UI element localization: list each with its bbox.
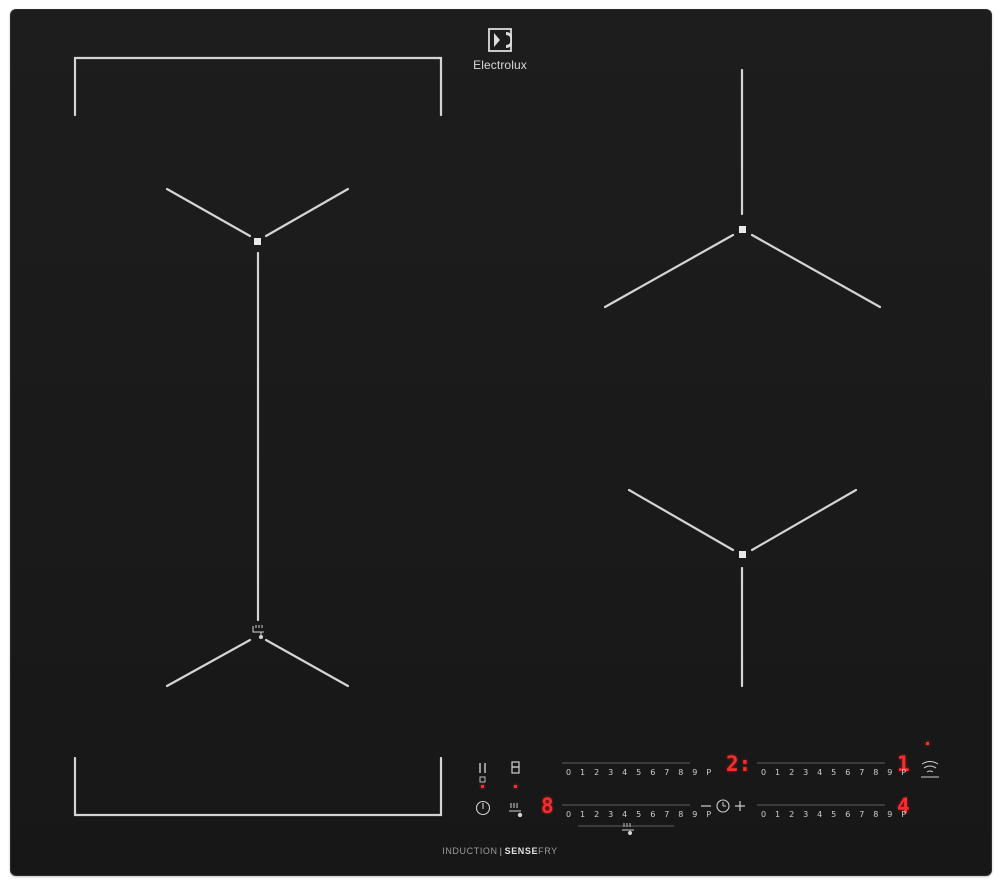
pause-button[interactable] — [474, 758, 492, 788]
timer-button[interactable] — [715, 798, 731, 814]
tagline-induction: INDUCTION — [442, 846, 498, 856]
timer-plus-button[interactable] — [732, 798, 748, 814]
flex-zone-top-bracket — [73, 56, 443, 117]
rear-right-timer-display: 2: — [726, 752, 752, 776]
electrolux-logo-icon — [488, 28, 512, 52]
sensefry-button[interactable] — [505, 798, 525, 818]
slider-labels: 0 1 2 3 4 5 6 7 8 9 P — [566, 810, 715, 819]
slider-labels: 0 1 2 3 4 5 6 7 8 9 P — [761, 810, 910, 819]
lock-button[interactable] — [506, 758, 524, 788]
power-button[interactable] — [474, 798, 492, 818]
zone-markings — [73, 56, 939, 836]
tagline-fry: FRY — [538, 846, 558, 856]
brand-logo: Electrolux — [440, 28, 560, 72]
brand-name: Electrolux — [473, 58, 527, 72]
wifi-indicator-dot — [926, 742, 929, 745]
sensefry-zone-icon — [252, 625, 264, 639]
flex-zone-bottom-bracket — [73, 756, 443, 817]
wifi-button[interactable] — [918, 758, 942, 780]
product-tagline: INDUCTION | SENSEFRY — [400, 846, 600, 856]
timer-minus-button[interactable] — [698, 798, 714, 814]
slider-labels: 0 1 2 3 4 5 6 7 8 9 P — [761, 768, 910, 777]
tagline-separator: | — [499, 846, 503, 856]
front-left-level-display: 8 — [541, 794, 554, 818]
tagline-sense: SENSE — [504, 846, 539, 856]
slider-labels: 0 1 2 3 4 5 6 7 8 9 P — [566, 768, 715, 777]
